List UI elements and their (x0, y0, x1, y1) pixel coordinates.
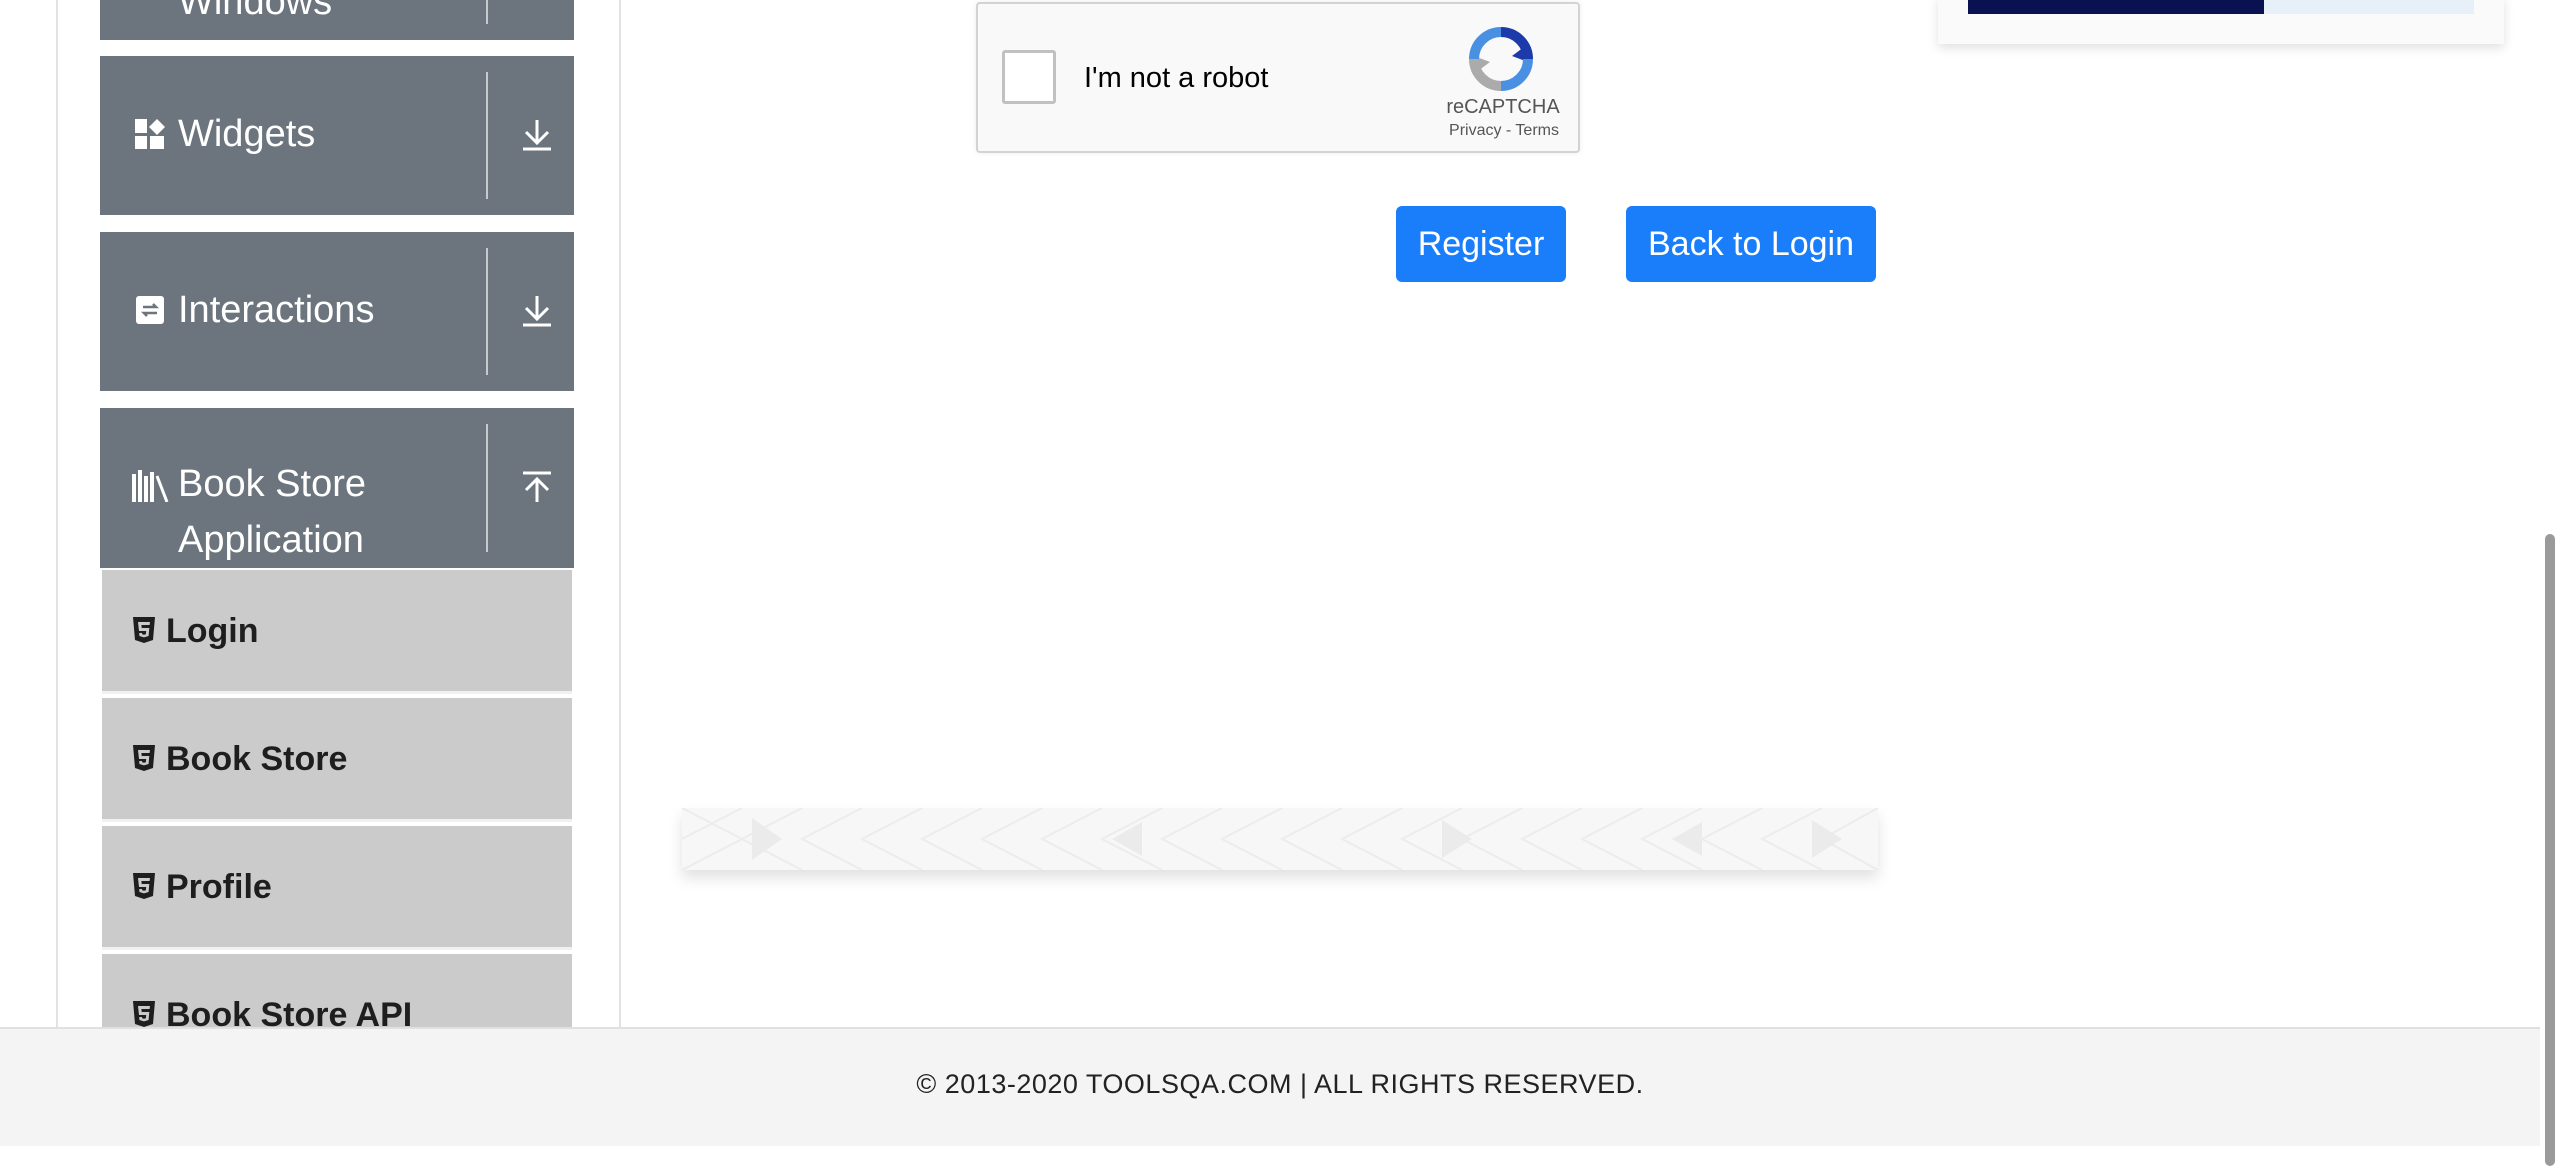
group-interactions[interactable]: Interactions (100, 232, 574, 391)
group-alerts-frame-windows[interactable]: Windows (100, 0, 574, 40)
books-icon (130, 470, 170, 502)
recaptcha-checkbox[interactable] (1002, 50, 1056, 104)
html5-icon (132, 1000, 156, 1028)
group-title: Interactions (178, 289, 375, 331)
group-title: Windows (178, 0, 333, 23)
back-to-login-button[interactable]: Back to Login (1626, 206, 1876, 282)
html5-icon (132, 744, 156, 772)
sidebar-right-rule (619, 0, 621, 1027)
recaptcha-brand: reCAPTCHA (1446, 96, 1560, 118)
html5-icon (132, 616, 156, 644)
widgets-icon (134, 118, 166, 150)
download-arrow-icon[interactable] (520, 294, 554, 328)
group-title: Widgets (178, 113, 316, 155)
sidebar-item-profile[interactable]: Profile (102, 826, 572, 950)
recaptcha-label: I'm not a robot (1084, 62, 1269, 94)
register-button[interactable]: Register (1396, 206, 1566, 282)
group-widgets[interactable]: Widgets (100, 56, 574, 215)
group-book-store-application[interactable]: Book Store Application (100, 408, 574, 568)
ad-banner-pattern (682, 808, 1878, 870)
group-title-line2: Application (178, 519, 364, 561)
group-divider (486, 248, 488, 375)
sidebar-item-label: Login (166, 612, 259, 650)
sidebar-item-login[interactable]: Login (102, 570, 572, 694)
ad-box-top-right (1938, 0, 2504, 44)
group-divider (486, 72, 488, 199)
sidebar-left-rule (56, 0, 58, 1027)
group-divider (486, 0, 488, 24)
group-divider (486, 424, 488, 552)
ad-box-light-bar (2264, 0, 2474, 14)
ad-banner (682, 808, 1878, 870)
upload-arrow-icon[interactable] (520, 470, 554, 504)
download-arrow-icon[interactable] (520, 118, 554, 152)
sidebar-item-label: Profile (166, 868, 272, 906)
sidebar-item-label: Book Store (166, 740, 348, 778)
footer-copyright: © 2013-2020 TOOLSQA.COM | ALL RIGHTS RES… (916, 1069, 1644, 1099)
group-title-line1: Book Store (178, 463, 366, 505)
interactions-icon (134, 294, 166, 326)
html5-icon (132, 872, 156, 900)
recaptcha-privacy-terms-link[interactable]: Privacy - Terms (1434, 122, 1574, 140)
ad-box-dark-bar (1968, 0, 2264, 14)
footer: © 2013-2020 TOOLSQA.COM | ALL RIGHTS RES… (0, 1027, 2540, 1146)
recaptcha-logo-icon (1468, 26, 1534, 92)
scrollbar-thumb[interactable] (2545, 534, 2555, 1166)
sidebar-item-book-store[interactable]: Book Store (102, 698, 572, 822)
recaptcha-widget: I'm not a robot reCAPTCHA Privacy - Term… (976, 2, 1580, 153)
